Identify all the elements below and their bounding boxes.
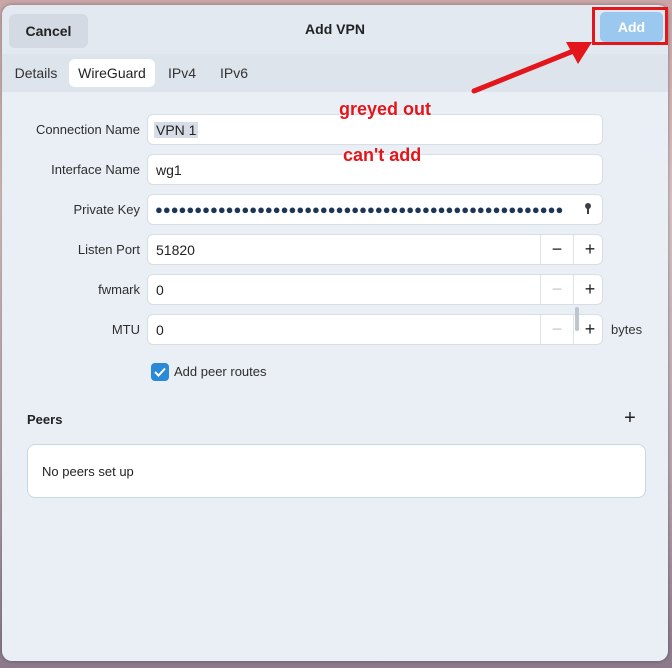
private-key-label: Private Key: [73, 202, 140, 217]
tab-details[interactable]: Details: [9, 59, 63, 87]
private-key-input[interactable]: ●●●●●●●●●●●●●●●●●●●●●●●●●●●●●●●●●●●●●●●●…: [147, 194, 603, 225]
mtu-label: MTU: [111, 322, 140, 337]
mtu-unit-label: bytes: [611, 322, 643, 337]
peers-empty-text: No peers set up: [42, 463, 134, 479]
annotation-arrow-icon: [471, 42, 592, 94]
fwmark-label: fwmark: [98, 282, 140, 297]
dialog-title: Add VPN: [305, 21, 365, 37]
checkmark-icon: [154, 367, 166, 377]
fwmark-value: 0: [156, 281, 164, 298]
listen-port-spinbutton[interactable]: 51820 − +: [147, 234, 603, 265]
interface-name-value: wg1: [156, 161, 182, 178]
fwmark-increment-button[interactable]: +: [574, 275, 606, 304]
add-vpn-dialog: Cancel Add VPN Details WireGuard IPv4 IP…: [2, 5, 668, 661]
listen-port-value: 51820: [156, 241, 195, 258]
peers-heading: Peers: [27, 412, 63, 427]
mtu-value: 0: [156, 321, 164, 338]
plus-icon: +: [624, 406, 636, 429]
add-peer-routes-checkbox[interactable]: [151, 363, 169, 381]
listen-port-label: Listen Port: [77, 242, 140, 257]
tab-ipv4[interactable]: IPv4: [161, 59, 203, 87]
private-key-masked-value: ●●●●●●●●●●●●●●●●●●●●●●●●●●●●●●●●●●●●●●●●…: [155, 202, 564, 217]
scrollbar-handle[interactable]: [575, 307, 579, 331]
add-button[interactable]: Add: [600, 12, 663, 42]
key-reveal-icon[interactable]: [584, 202, 592, 219]
listen-port-increment-button[interactable]: +: [574, 235, 606, 264]
fwmark-decrement-button[interactable]: −: [541, 275, 573, 304]
add-peer-routes-label: Add peer routes: [174, 364, 267, 379]
connection-name-value: VPN 1: [154, 121, 199, 138]
listen-port-decrement-button[interactable]: −: [541, 235, 573, 264]
mtu-decrement-button[interactable]: −: [541, 315, 573, 344]
peers-list: No peers set up: [27, 444, 646, 498]
wireguard-form: Connection Name VPN 1 Interface Name wg1…: [2, 92, 668, 661]
tab-ipv6[interactable]: IPv6: [212, 59, 256, 87]
add-peer-button[interactable]: +: [618, 404, 642, 432]
annotation-cant-add: can't add: [343, 145, 422, 165]
annotation-greyed-out: greyed out: [339, 99, 432, 119]
mtu-spinbutton[interactable]: 0 − +: [147, 314, 603, 345]
interface-name-label: Interface Name: [51, 162, 140, 177]
tab-wireguard[interactable]: WireGuard: [69, 59, 155, 87]
fwmark-spinbutton[interactable]: 0 − +: [147, 274, 603, 305]
connection-name-label: Connection Name: [35, 122, 140, 137]
